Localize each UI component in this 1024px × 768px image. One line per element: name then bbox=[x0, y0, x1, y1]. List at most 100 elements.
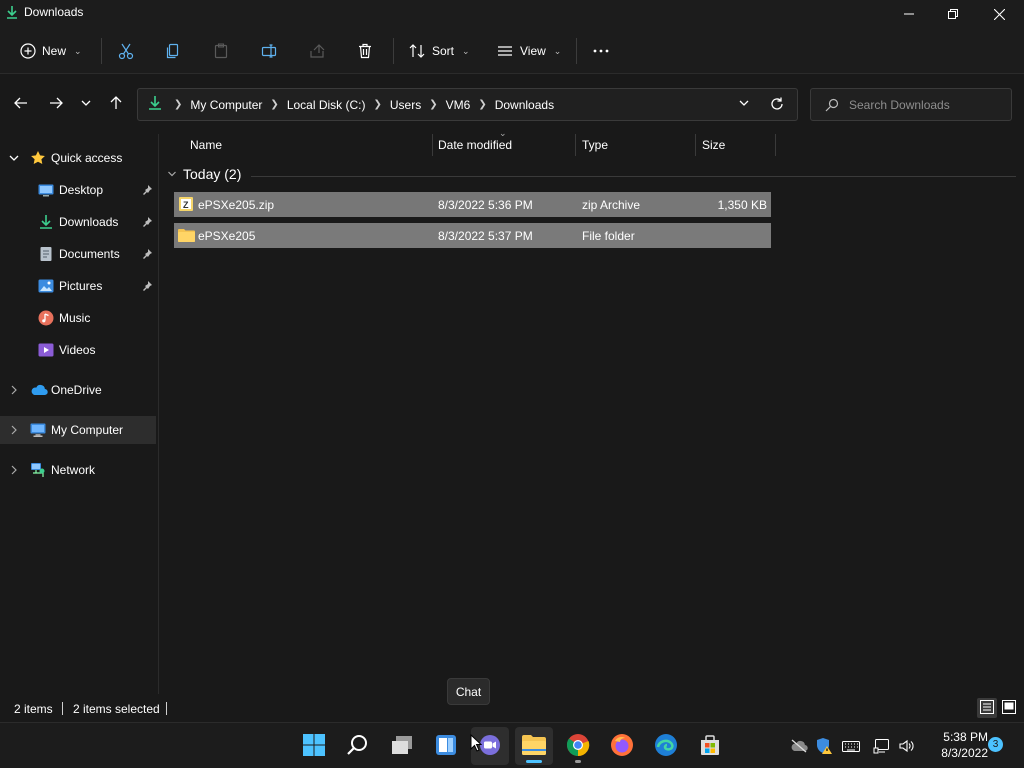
videos-icon bbox=[38, 342, 54, 358]
search-taskbar-button[interactable] bbox=[339, 727, 377, 765]
chrome-button[interactable] bbox=[559, 727, 597, 765]
sidebar-item-documents[interactable]: Documents bbox=[0, 240, 156, 268]
column-divider[interactable] bbox=[575, 134, 576, 156]
computer-icon bbox=[30, 422, 46, 438]
address-bar[interactable]: ❯ My Computer ❯ Local Disk (C:) ❯ Users … bbox=[137, 88, 798, 121]
chevron-right-icon[interactable] bbox=[8, 424, 20, 436]
share-button[interactable] bbox=[308, 36, 326, 66]
chevron-down-icon[interactable] bbox=[738, 97, 750, 112]
sidebar-item-network[interactable]: Network bbox=[0, 456, 156, 484]
plus-circle-icon bbox=[20, 43, 36, 59]
sort-button[interactable]: Sort ⌄ bbox=[408, 36, 470, 66]
new-button[interactable]: New ⌄ bbox=[20, 36, 82, 66]
item-count: 2 items bbox=[14, 702, 53, 716]
music-icon bbox=[38, 310, 54, 326]
sidebar-item-onedrive[interactable]: OneDrive bbox=[0, 376, 156, 404]
sidebar-item-pictures[interactable]: Pictures bbox=[0, 272, 156, 300]
view-button[interactable]: View ⌄ bbox=[496, 36, 561, 66]
volume-icon[interactable] bbox=[896, 735, 918, 757]
file-name: ePSXe205 bbox=[198, 229, 256, 243]
group-label: Today (2) bbox=[183, 166, 242, 182]
document-icon bbox=[38, 246, 54, 262]
up-button[interactable] bbox=[104, 92, 128, 116]
chat-tooltip: Chat bbox=[447, 678, 490, 705]
edge-button[interactable] bbox=[647, 727, 685, 765]
column-header-name[interactable]: Name bbox=[190, 138, 222, 160]
widgets-button[interactable] bbox=[427, 727, 465, 765]
thumbnail-view-button[interactable] bbox=[999, 698, 1019, 718]
back-button[interactable] bbox=[9, 92, 33, 116]
breadcrumb-item[interactable]: VM6 bbox=[444, 98, 473, 112]
table-row[interactable]: ePSXe205 8/3/2022 5:37 PM File folder bbox=[174, 223, 771, 248]
breadcrumb-item[interactable]: Local Disk (C:) bbox=[285, 98, 368, 112]
search-input[interactable] bbox=[849, 96, 999, 114]
onedrive-tray-icon[interactable] bbox=[788, 735, 810, 757]
cut-button[interactable] bbox=[117, 36, 135, 66]
breadcrumb-item[interactable]: Downloads bbox=[493, 98, 556, 112]
folder-icon bbox=[521, 734, 547, 759]
chevron-right-icon[interactable] bbox=[8, 464, 20, 476]
sidebar-item-my-computer[interactable]: My Computer bbox=[0, 416, 156, 444]
task-view-icon bbox=[390, 733, 414, 760]
notification-badge[interactable]: 3 bbox=[988, 737, 1003, 752]
store-button[interactable] bbox=[691, 727, 729, 765]
file-type: zip Archive bbox=[582, 198, 641, 212]
running-indicator bbox=[526, 760, 542, 763]
column-header-type[interactable]: Type bbox=[582, 138, 608, 160]
recent-locations-button[interactable] bbox=[74, 92, 98, 116]
search-box[interactable] bbox=[810, 88, 1012, 121]
column-header-size[interactable]: Size bbox=[702, 138, 725, 160]
column-divider[interactable] bbox=[775, 134, 776, 156]
copy-button[interactable] bbox=[164, 36, 182, 66]
rename-button[interactable] bbox=[260, 36, 278, 66]
store-icon bbox=[698, 733, 722, 760]
details-view-button[interactable] bbox=[977, 698, 997, 718]
delete-button[interactable] bbox=[356, 36, 374, 66]
keyboard-icon[interactable] bbox=[840, 735, 862, 757]
column-divider[interactable] bbox=[695, 134, 696, 156]
chevron-right-icon: ❯ bbox=[478, 99, 487, 110]
chevron-right-icon[interactable] bbox=[8, 384, 20, 396]
start-button[interactable] bbox=[295, 727, 333, 765]
chevron-right-icon: ❯ bbox=[174, 99, 183, 110]
sidebar-item-music[interactable]: Music bbox=[0, 304, 156, 332]
download-icon bbox=[4, 4, 20, 20]
chevron-down-icon[interactable] bbox=[8, 152, 20, 164]
new-label: New bbox=[42, 44, 67, 58]
chevron-down-icon: ⌄ bbox=[74, 45, 82, 56]
sidebar-item-quick-access[interactable]: Quick access bbox=[0, 144, 156, 172]
star-icon bbox=[30, 150, 46, 166]
security-warning-icon[interactable] bbox=[813, 735, 835, 757]
divider bbox=[101, 38, 102, 64]
close-button[interactable] bbox=[976, 0, 1022, 28]
sidebar-item-label: Music bbox=[59, 311, 91, 325]
table-row[interactable]: Z ePSXe205.zip 8/3/2022 5:36 PM zip Arch… bbox=[174, 192, 771, 217]
sidebar-item-videos[interactable]: Videos bbox=[0, 336, 156, 364]
restore-button[interactable] bbox=[930, 0, 976, 28]
file-explorer-button[interactable] bbox=[515, 727, 553, 765]
column-divider[interactable] bbox=[432, 134, 433, 156]
firefox-button[interactable] bbox=[603, 727, 641, 765]
column-header-date[interactable]: Date modified bbox=[438, 138, 512, 160]
clock[interactable]: 5:38 PM 8/3/2022 bbox=[924, 729, 988, 761]
paste-button[interactable] bbox=[212, 36, 230, 66]
selected-count: 2 items selected bbox=[73, 702, 160, 716]
sidebar-item-label: OneDrive bbox=[51, 383, 102, 397]
group-header-today[interactable]: Today (2) bbox=[167, 166, 241, 182]
breadcrumb-item[interactable]: Users bbox=[388, 98, 423, 112]
more-options-button[interactable] bbox=[592, 36, 610, 66]
forward-button[interactable] bbox=[44, 92, 68, 116]
sidebar-item-desktop[interactable]: Desktop bbox=[0, 176, 156, 204]
network-status-icon[interactable] bbox=[871, 735, 893, 757]
chevron-right-icon: ❯ bbox=[429, 99, 438, 110]
sidebar-item-downloads[interactable]: Downloads bbox=[0, 208, 156, 236]
scissors-icon bbox=[117, 42, 135, 60]
title-bar: Downloads bbox=[0, 0, 1024, 28]
file-date: 8/3/2022 5:36 PM bbox=[438, 198, 533, 212]
minimize-button[interactable] bbox=[886, 0, 932, 28]
breadcrumb-item[interactable]: My Computer bbox=[188, 98, 264, 112]
task-view-button[interactable] bbox=[383, 727, 421, 765]
refresh-icon[interactable] bbox=[769, 96, 785, 115]
thumbnail-view-icon bbox=[1002, 699, 1016, 717]
share-icon bbox=[308, 42, 326, 60]
